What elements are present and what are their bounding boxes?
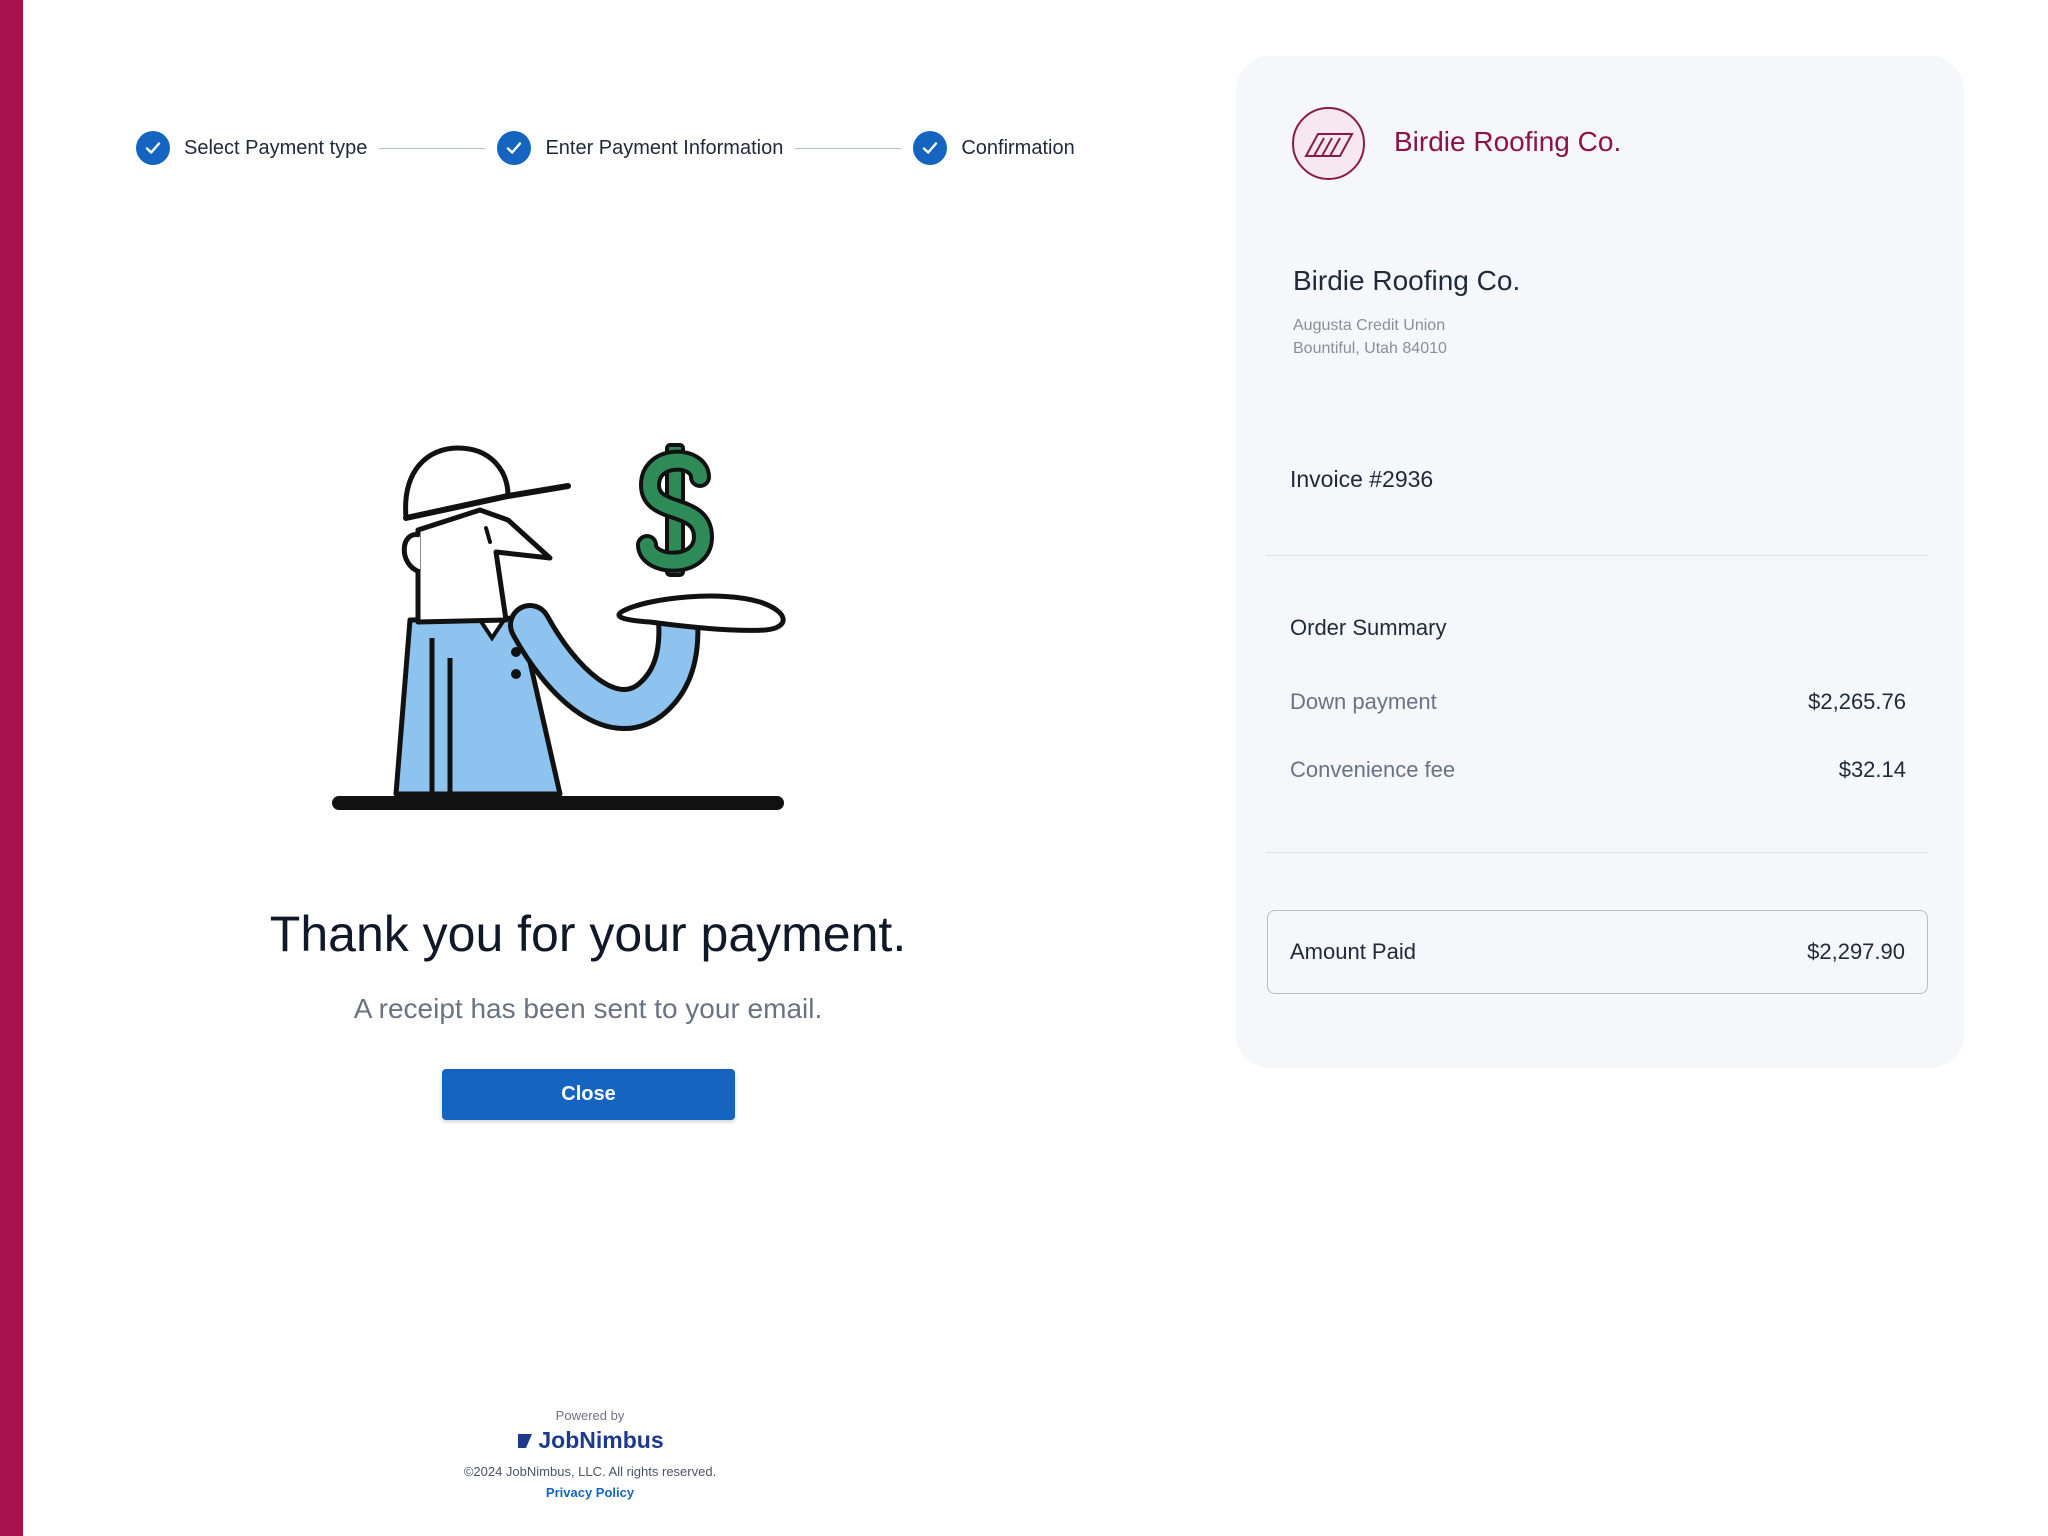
order-summary-title: Order Summary [1290,615,1447,640]
step-select-payment-type: Select Payment type [136,131,367,165]
step-label: Confirmation [961,136,1075,159]
summary-row: Down payment $2,265.76 [1290,689,1906,715]
summary-row-label: Down payment [1290,689,1437,714]
brand-strip [0,0,23,1536]
amount-paid-label: Amount Paid [1290,939,1416,964]
check-icon [497,131,532,165]
jobnimbus-mark-icon [518,1433,533,1448]
powered-by-label: Powered by [555,1408,625,1423]
footer: Powered by JobNimbus ©2024 JobNimbus, LL… [390,1408,790,1500]
check-icon [913,131,948,165]
step-enter-payment-information: Enter Payment Information [497,131,783,165]
step-connector [379,147,486,149]
address-line: Augusta Credit Union [1293,317,1446,334]
amount-paid-value: $2,297.90 [1807,939,1905,964]
amount-paid-box: Amount Paid $2,297.90 [1267,910,1928,994]
brand-name: Birdie Roofing Co. [1394,126,1622,157]
invoice-summary-card: Birdie Roofing Co. Birdie Roofing Co. Au… [1236,56,1964,1068]
close-button[interactable]: Close [442,1069,735,1120]
copyright-text: ©2024 JobNimbus, LLC. All rights reserve… [463,1464,717,1479]
company-name: Birdie Roofing Co. [1293,265,1521,296]
dollar-sign-icon [636,443,715,577]
receipt-message: A receipt has been sent to your email. [353,993,823,1024]
divider [1266,555,1928,556]
payment-illustration [320,430,810,820]
progress-stepper: Select Payment type Enter Payment Inform… [136,130,1075,166]
summary-row-value: $32.14 [1838,757,1906,782]
logo-text: JobNimbus [538,1427,664,1453]
step-connector [795,147,902,149]
step-confirmation: Confirmation [913,131,1075,165]
summary-row-label: Convenience fee [1290,757,1456,782]
jobnimbus-logo: JobNimbus [390,1427,790,1454]
company-logo [1292,107,1365,180]
check-icon [136,131,170,165]
privacy-policy-link[interactable]: Privacy Policy [390,1485,790,1500]
invoice-number: Invoice #2936 [1290,466,1434,492]
divider [1266,852,1928,853]
summary-row: Convenience fee $32.14 [1290,757,1906,783]
step-label: Enter Payment Information [545,136,784,159]
roof-icon [1303,132,1354,157]
thank-you-heading: Thank you for your payment. [269,906,907,962]
step-label: Select Payment type [184,136,368,159]
address-line: Bountiful, Utah 84010 [1293,340,1447,357]
summary-row-value: $2,265.76 [1808,689,1906,714]
